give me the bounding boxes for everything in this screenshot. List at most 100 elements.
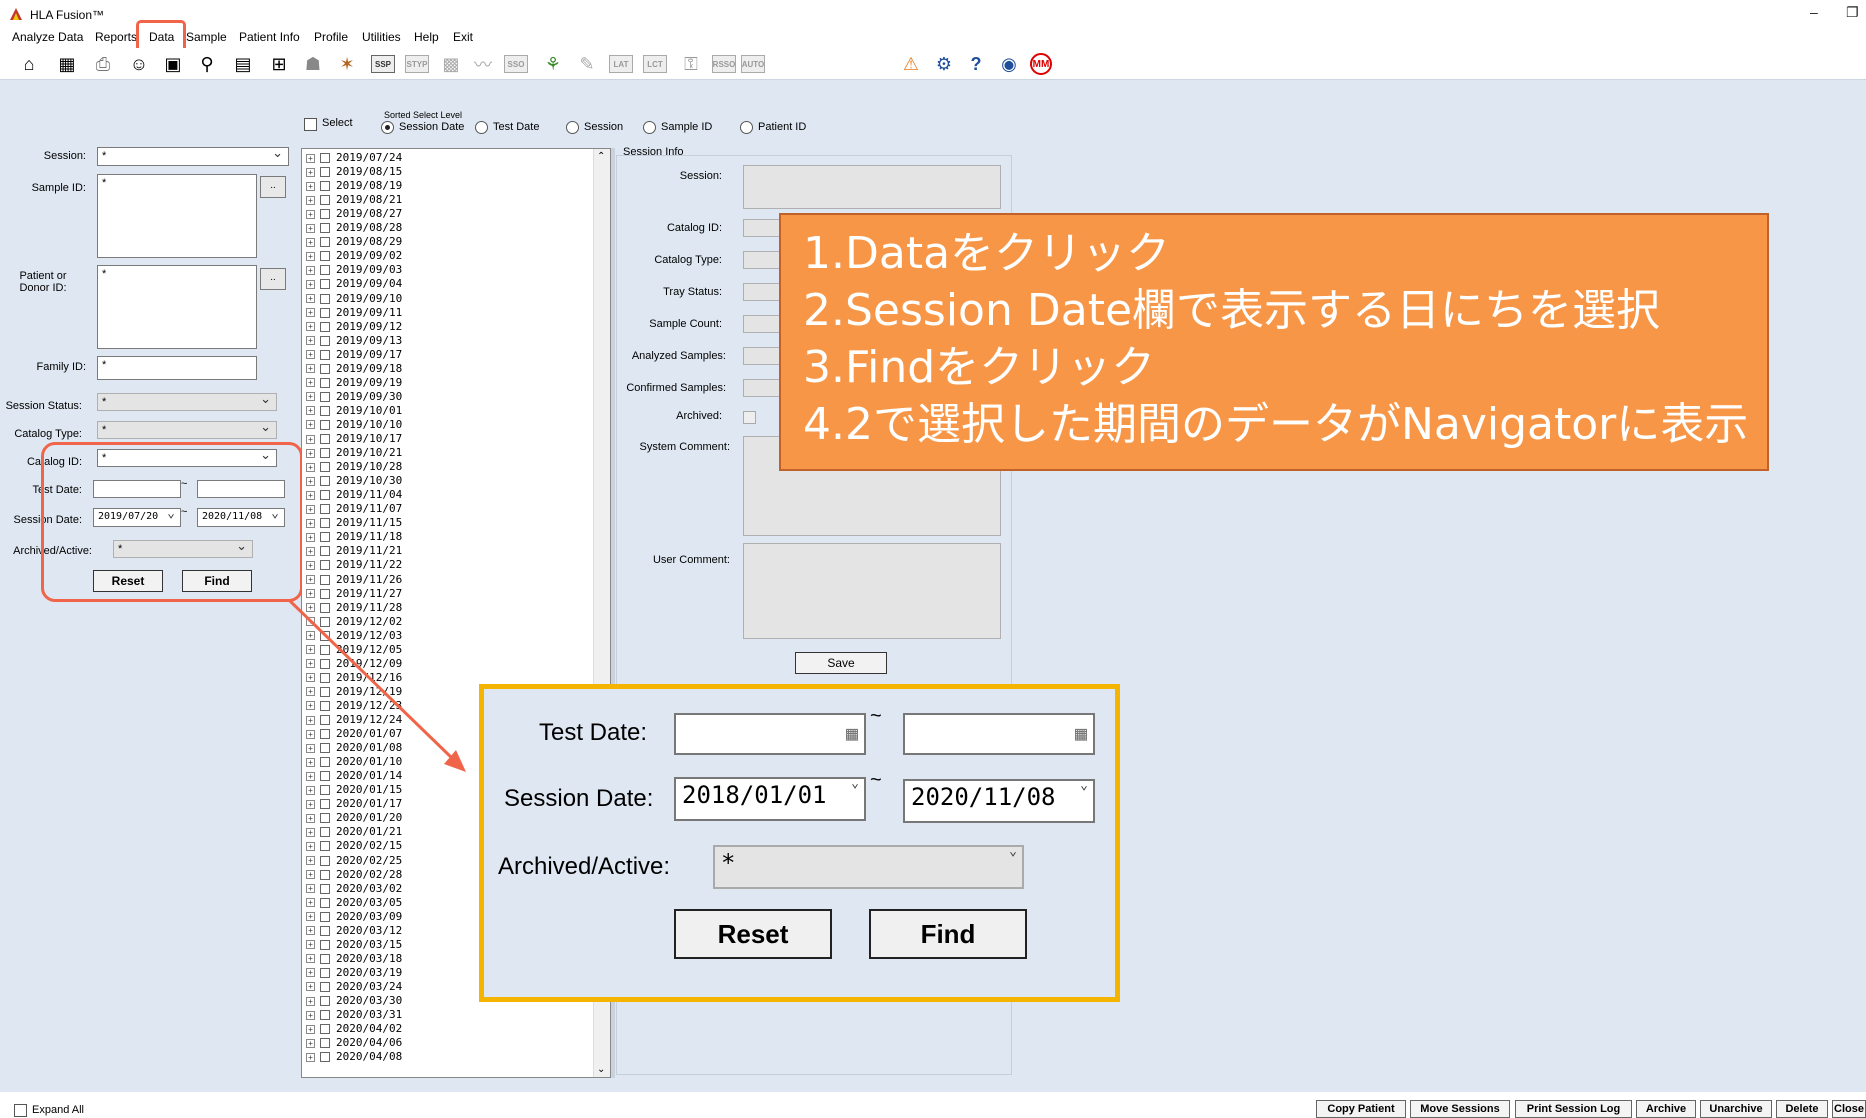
tree-row[interactable]: +2020/04/08 — [306, 1050, 402, 1064]
tree-row-checkbox[interactable] — [320, 419, 330, 430]
expand-icon[interactable]: + — [306, 1038, 315, 1048]
tree-row[interactable]: +2020/03/12 — [306, 924, 402, 938]
tree-row-checkbox[interactable] — [320, 897, 330, 908]
save-button[interactable]: Save — [795, 652, 887, 674]
tree-row-checkbox[interactable] — [320, 967, 330, 978]
tree-row[interactable]: +2019/12/24 — [306, 713, 402, 727]
tree-row[interactable]: +2020/02/28 — [306, 868, 402, 882]
tree-row-checkbox[interactable] — [320, 209, 330, 220]
zoom-calendar-icon-2[interactable]: ▦ — [1075, 721, 1087, 745]
tree-row-checkbox[interactable] — [320, 504, 330, 515]
search-icon[interactable]: ⚲ — [194, 51, 220, 77]
tree-row[interactable]: +2019/08/29 — [306, 235, 402, 249]
zoom-calendar-icon[interactable]: ▦ — [846, 721, 858, 745]
tree-row-checkbox[interactable] — [320, 574, 330, 585]
copy-patient-button[interactable]: Copy Patient — [1316, 1100, 1406, 1118]
expand-icon[interactable]: + — [306, 560, 315, 570]
tree-row-checkbox[interactable] — [320, 518, 330, 529]
tree-row[interactable]: +2020/04/06 — [306, 1036, 402, 1050]
tree-row-checkbox[interactable] — [320, 729, 330, 740]
lat-icon[interactable]: LAT — [609, 55, 633, 73]
zoom-test-date-to-input[interactable]: ▦ — [903, 713, 1095, 755]
expand-icon[interactable]: + — [306, 771, 315, 781]
expand-icon[interactable]: + — [306, 406, 315, 416]
user-icon[interactable]: ◉ — [996, 51, 1022, 77]
radio-sample-id[interactable] — [643, 121, 656, 134]
expand-icon[interactable]: + — [306, 856, 315, 865]
tree-row-checkbox[interactable] — [320, 771, 330, 782]
tree-row-checkbox[interactable] — [320, 153, 330, 163]
tree-row-checkbox[interactable] — [320, 630, 330, 641]
expand-icon[interactable]: + — [306, 476, 315, 486]
expand-icon[interactable]: + — [306, 827, 315, 837]
restore-icon[interactable]: ❐ — [1846, 4, 1859, 21]
brush-icon[interactable]: ✎ — [574, 51, 600, 77]
expand-icon[interactable]: + — [306, 336, 315, 346]
tree-icon[interactable]: ⊞ — [266, 51, 292, 77]
session-status-dropdown[interactable]: * — [97, 391, 277, 411]
expand-icon[interactable]: + — [306, 785, 315, 795]
expand-icon[interactable]: + — [306, 223, 315, 233]
expand-icon[interactable]: + — [306, 940, 315, 950]
expand-icon[interactable]: + — [306, 701, 315, 711]
tree-row[interactable]: +2020/02/15 — [306, 839, 402, 853]
delete-button[interactable]: Delete — [1776, 1100, 1828, 1118]
tree-row-checkbox[interactable] — [320, 265, 330, 276]
expand-icon[interactable]: + — [306, 1024, 315, 1034]
expand-icon[interactable]: + — [306, 799, 315, 809]
tree-row[interactable]: +2019/12/16 — [306, 671, 402, 685]
plant-icon[interactable]: ⚘ — [540, 51, 566, 77]
expand-icon[interactable]: + — [306, 968, 315, 978]
tree-row-checkbox[interactable] — [320, 476, 330, 487]
expand-icon[interactable]: + — [306, 884, 315, 894]
tree-row-checkbox[interactable] — [320, 700, 330, 711]
tree-row[interactable]: +2019/09/18 — [306, 362, 402, 376]
expand-icon[interactable]: + — [306, 743, 315, 753]
tree-row[interactable]: +2019/11/27 — [306, 587, 402, 601]
catalog-type-dropdown[interactable]: * — [97, 419, 277, 439]
tree-row-checkbox[interactable] — [320, 391, 330, 402]
tree-row-checkbox[interactable] — [320, 953, 330, 964]
warning-icon[interactable]: ⚠ — [898, 51, 924, 77]
tree-row-checkbox[interactable] — [320, 363, 330, 374]
tree-row[interactable]: +2020/03/09 — [306, 910, 402, 924]
unarchive-button[interactable]: Unarchive — [1700, 1100, 1772, 1118]
tree-row[interactable]: +2019/09/19 — [306, 376, 402, 390]
tree-row[interactable]: +2019/10/21 — [306, 446, 402, 460]
tree-row[interactable]: +2019/11/07 — [306, 502, 402, 516]
tree-row[interactable]: +2019/09/11 — [306, 306, 402, 320]
zoom-find-button[interactable]: Find — [869, 909, 1027, 959]
tree-row-checkbox[interactable] — [320, 251, 330, 262]
tree-row-checkbox[interactable] — [320, 602, 330, 613]
tree-row[interactable]: +2019/12/05 — [306, 643, 402, 657]
tree-row-checkbox[interactable] — [320, 1024, 330, 1035]
mm-icon[interactable]: MM — [1030, 53, 1052, 75]
tools-icon[interactable]: ✶ — [334, 51, 360, 77]
report-icon[interactable]: ▤ — [230, 51, 256, 77]
tree-row-checkbox[interactable] — [320, 644, 330, 655]
tree-row[interactable]: +2019/09/30 — [306, 390, 402, 404]
gear-icon[interactable]: ⚙ — [931, 51, 957, 77]
expand-icon[interactable]: + — [306, 209, 315, 219]
tree-row[interactable]: +2019/08/27 — [306, 207, 402, 221]
tree-row-checkbox[interactable] — [320, 462, 330, 473]
expand-icon[interactable]: + — [306, 659, 315, 669]
tree-row-checkbox[interactable] — [320, 307, 330, 318]
expand-icon[interactable]: + — [306, 870, 315, 880]
close-button[interactable]: Close — [1832, 1100, 1866, 1118]
menu-reports[interactable]: Reports — [95, 30, 137, 44]
expand-icon[interactable]: + — [306, 322, 315, 332]
expand-icon[interactable]: + — [306, 181, 315, 191]
session-dropdown[interactable]: * — [97, 145, 289, 166]
tree-row[interactable]: +2020/01/17 — [306, 797, 402, 811]
tree-row-checkbox[interactable] — [320, 757, 330, 768]
expand-icon[interactable]: + — [306, 279, 315, 289]
tree-row-checkbox[interactable] — [320, 293, 330, 304]
tree-row[interactable]: +2019/08/19 — [306, 179, 402, 193]
tree-row[interactable]: +2020/01/20 — [306, 811, 402, 825]
tree-row[interactable]: +2019/11/28 — [306, 601, 402, 615]
select-all-checkbox[interactable] — [304, 118, 317, 131]
tree-row[interactable]: +2019/08/15 — [306, 165, 402, 179]
styp-icon[interactable]: STYP — [405, 55, 429, 73]
tree-row[interactable]: +2019/11/18 — [306, 530, 402, 544]
